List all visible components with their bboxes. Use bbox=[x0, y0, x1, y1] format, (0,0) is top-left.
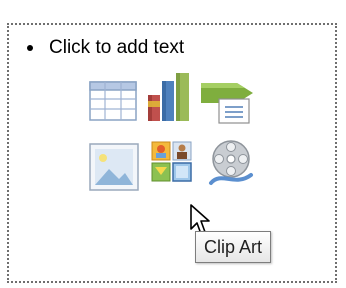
insert-picture-icon[interactable] bbox=[89, 143, 139, 196]
insert-smartart-icon[interactable] bbox=[199, 81, 255, 130]
insert-table-icon[interactable] bbox=[89, 81, 137, 126]
clip-art-icon[interactable] bbox=[151, 141, 193, 194]
bullet-icon bbox=[27, 45, 33, 51]
clip-art-tooltip: Clip Art bbox=[195, 231, 272, 263]
insert-media-icon[interactable] bbox=[205, 139, 257, 194]
bullet-text: Click to add text bbox=[49, 37, 185, 58]
insert-chart-icon[interactable] bbox=[145, 71, 193, 128]
content-placeholder[interactable]: Click to add text Clip Art bbox=[7, 23, 337, 283]
bullet-text-line[interactable]: Click to add text bbox=[27, 37, 184, 59]
